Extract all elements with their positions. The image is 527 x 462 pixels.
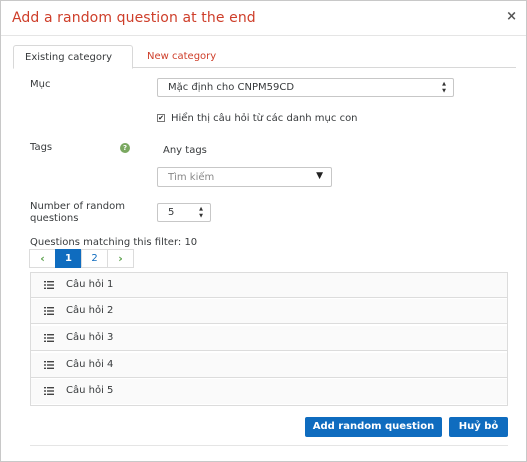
question-list: Câu hỏi 1 Câu hỏi 2 Câu hỏi 3 Câu hỏi 4 … (30, 272, 508, 406)
num-random-label: Number of random questions (30, 201, 125, 225)
list-item[interactable]: Câu hỏi 4 (31, 353, 507, 378)
question-name: Câu hỏi 5 (66, 385, 114, 396)
footer-divider (30, 445, 508, 446)
question-name: Câu hỏi 2 (66, 305, 114, 316)
include-subcategories-label: Hiển thị câu hỏi từ các danh mục con (171, 113, 358, 124)
select-arrows-icon: ▲ ▼ (442, 81, 446, 94)
question-name: Câu hỏi 1 (66, 279, 114, 290)
list-item[interactable]: Câu hỏi 5 (31, 379, 507, 404)
num-random-label-line1: Number of random (30, 201, 125, 212)
list-item[interactable]: Câu hỏi 2 (31, 299, 507, 324)
modal-header: Add a random question at the end × (1, 1, 526, 36)
question-list-icon (44, 334, 54, 342)
chevron-down-icon[interactable]: ▼ (316, 171, 323, 181)
category-label: Mục (30, 79, 51, 90)
category-select[interactable]: Mặc định cho CNPM59CD ▲ ▼ (157, 78, 454, 97)
tab-existing-category[interactable]: Existing category (13, 45, 133, 69)
list-item[interactable]: Câu hỏi 3 (31, 326, 507, 351)
add-random-question-button[interactable]: Add random question (305, 417, 442, 437)
pagination-next-button[interactable]: › (107, 249, 134, 268)
list-item[interactable]: Câu hỏi 1 (31, 273, 507, 298)
modal-title: Add a random question at the end (12, 10, 256, 26)
pagination-prev-button[interactable]: ‹ (29, 249, 56, 268)
num-random-label-line2: questions (30, 213, 79, 224)
pagination: ‹ 1 2 › (29, 249, 134, 268)
category-select-value: Mặc định cho CNPM59CD (168, 82, 295, 93)
question-list-icon (44, 281, 54, 289)
modal-dialog: Add a random question at the end × Exist… (0, 0, 527, 462)
tags-label: Tags (30, 142, 53, 153)
tab-bar: Existing category New category (13, 45, 516, 69)
pagination-page-1[interactable]: 1 (55, 249, 82, 268)
question-list-icon (44, 307, 54, 315)
question-list-icon (44, 387, 54, 395)
num-random-select[interactable]: 5 ▲ ▼ (157, 203, 211, 222)
question-name: Câu hỏi 3 (66, 332, 114, 343)
num-random-value: 5 (168, 207, 175, 218)
matching-count-text: Questions matching this filter: 10 (30, 237, 198, 248)
question-list-icon (44, 361, 54, 369)
help-icon[interactable]: ? (120, 143, 130, 153)
tags-search-input[interactable]: Tìm kiếm ▼ (157, 167, 332, 187)
close-icon[interactable]: × (506, 9, 517, 24)
pagination-page-2[interactable]: 2 (81, 249, 108, 268)
question-name: Câu hỏi 4 (66, 359, 114, 370)
tags-search-placeholder: Tìm kiếm (168, 172, 215, 183)
tags-value: Any tags (163, 145, 207, 156)
cancel-button[interactable]: Huỷ bỏ (449, 417, 508, 437)
tab-new-category[interactable]: New category (136, 45, 227, 68)
select-arrows-icon: ▲ ▼ (199, 206, 203, 219)
include-subcategories-checkbox[interactable]: ✔ (157, 114, 165, 122)
